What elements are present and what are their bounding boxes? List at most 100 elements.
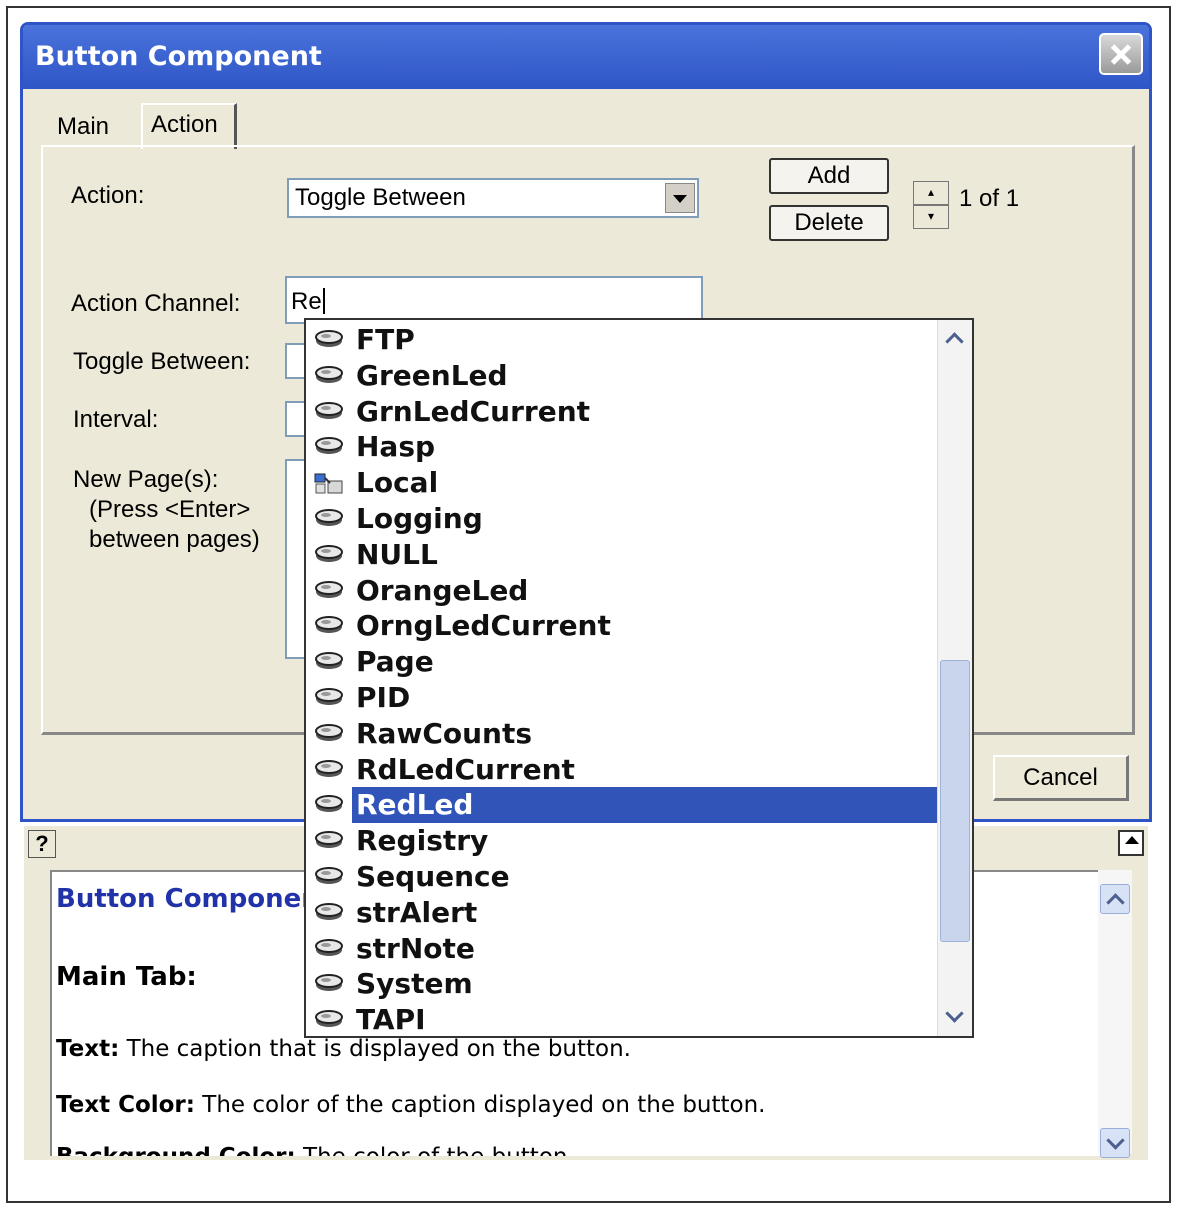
- channel-icon: [314, 937, 344, 959]
- scroll-thumb[interactable]: [940, 660, 970, 942]
- scroll-down-icon[interactable]: [1100, 1128, 1130, 1158]
- channel-icon: [314, 507, 344, 529]
- record-counter: 1 of 1: [959, 185, 1020, 212]
- action-select[interactable]: Toggle Between: [287, 178, 699, 218]
- dropdown-item-label: Page: [356, 645, 434, 679]
- help-question-icon[interactable]: ?: [28, 830, 56, 858]
- cancel-button-label: Cancel: [1023, 764, 1098, 791]
- help-background-color-desc: The color of the button.: [296, 1144, 575, 1156]
- dropdown-item-label: NULL: [356, 537, 438, 571]
- dropdown-item[interactable]: PID: [310, 680, 936, 716]
- dropdown-item[interactable]: Page: [310, 644, 936, 680]
- dropdown-item[interactable]: RedLed: [310, 787, 938, 824]
- dropdown-item[interactable]: strNote: [310, 931, 936, 967]
- tab-main[interactable]: Main: [57, 113, 109, 141]
- text-caret: [322, 288, 325, 314]
- dropdown-item-label: Sequence: [356, 860, 510, 893]
- help-text-desc: The caption that is displayed on the but…: [119, 1036, 631, 1062]
- dropdown-item-label: Registry: [356, 824, 489, 858]
- action-label: Action:: [71, 182, 145, 209]
- scroll-up-icon[interactable]: [1100, 884, 1130, 914]
- dropdown-item[interactable]: Registry: [310, 823, 936, 859]
- scroll-down-icon[interactable]: [940, 1002, 970, 1032]
- channel-icon: [314, 722, 344, 744]
- add-button-label: Add: [807, 162, 851, 189]
- dropdown-item-label: PID: [356, 681, 411, 714]
- title-bar: Button Component: [23, 25, 1149, 89]
- channel-icon: [314, 793, 344, 815]
- dropdown-item[interactable]: Local: [310, 465, 936, 501]
- help-title: Button Component: [56, 884, 333, 914]
- dropdown-item-label: strAlert: [356, 895, 478, 929]
- dropdown-item-label: strNote: [356, 931, 475, 965]
- dropdown-item[interactable]: Hasp: [310, 429, 936, 465]
- record-spinner[interactable]: ▴ ▾: [913, 181, 949, 231]
- help-background-color-term: Background Color:: [56, 1144, 296, 1156]
- dropdown-item-label: RedLed: [352, 787, 938, 824]
- channel-icon: [314, 400, 344, 422]
- channel-dropdown-list[interactable]: FTP GreenLed GrnLedCurrent Hasp Local Logging…: [304, 318, 974, 1038]
- dropdown-item[interactable]: OrngLedCurrent: [310, 608, 936, 644]
- dropdown-item-label: TAPI: [356, 1003, 426, 1037]
- channel-icon: [314, 579, 344, 601]
- dialog-title: Button Component: [35, 41, 322, 72]
- help-main-tab-heading: Main Tab:: [56, 962, 197, 992]
- dropdown-item[interactable]: Logging: [310, 501, 936, 537]
- action-channel-value: Re: [291, 288, 322, 315]
- dropdown-item[interactable]: NULL: [310, 537, 936, 573]
- help-text-color-paragraph: Text Color: The color of the caption dis…: [56, 1092, 766, 1118]
- channel-icon: [314, 328, 344, 350]
- channel-icon: [314, 614, 344, 636]
- help-text-paragraph: Text: The caption that is displayed on t…: [56, 1036, 631, 1062]
- help-background-color-paragraph: Background Color: The color of the butto…: [56, 1144, 575, 1156]
- dropdown-item[interactable]: strAlert: [310, 895, 936, 931]
- dropdown-item[interactable]: TAPI: [310, 1002, 936, 1037]
- dropdown-item-label: System: [356, 967, 473, 1001]
- channel-icon: [314, 1008, 344, 1030]
- scroll-up-icon[interactable]: [940, 324, 970, 354]
- dropdown-item[interactable]: RdLedCurrent: [310, 752, 936, 788]
- channel-icon: [314, 829, 344, 851]
- dropdown-item[interactable]: GrnLedCurrent: [310, 394, 936, 430]
- dropdown-item-label: Hasp: [356, 430, 436, 464]
- dropdown-item-label: RdLedCurrent: [356, 752, 575, 786]
- help-text-color-desc: The color of the caption displayed on th…: [194, 1092, 766, 1118]
- channel-icon: [314, 758, 344, 780]
- dropdown-item-label: Logging: [356, 502, 483, 535]
- dropdown-item[interactable]: Sequence: [310, 859, 936, 895]
- dropdown-item-label: OrngLedCurrent: [356, 609, 611, 643]
- channel-icon: [314, 901, 344, 923]
- action-channel-label: Action Channel:: [71, 290, 241, 317]
- close-button[interactable]: [1099, 33, 1143, 75]
- delete-button[interactable]: Delete: [769, 205, 889, 241]
- spin-up-icon[interactable]: ▴: [913, 181, 949, 205]
- channel-icon: [314, 686, 344, 708]
- dropdown-item-label: GreenLed: [356, 358, 508, 392]
- spin-down-icon[interactable]: ▾: [913, 205, 949, 229]
- new-pages-hint-1: (Press <Enter>: [89, 496, 251, 523]
- dropdown-item[interactable]: System: [310, 966, 936, 1002]
- dropdown-item[interactable]: OrangeLed: [310, 573, 936, 609]
- dropdown-item[interactable]: RawCounts: [310, 716, 936, 752]
- pin-icon[interactable]: [1118, 830, 1144, 856]
- channel-icon: [314, 865, 344, 887]
- dropdown-item-label: OrangeLed: [356, 573, 529, 607]
- tab-action[interactable]: Action: [141, 103, 237, 149]
- dropdown-item[interactable]: FTP: [310, 322, 936, 358]
- channel-icon: [314, 972, 344, 994]
- help-text-term: Text:: [56, 1036, 120, 1062]
- interval-label: Interval:: [73, 406, 159, 433]
- channel-icon: [314, 364, 344, 386]
- add-button[interactable]: Add: [769, 158, 889, 194]
- dropdown-item-label: FTP: [356, 323, 415, 356]
- dropdown-scrollbar[interactable]: [937, 320, 972, 1036]
- toggle-between-label: Toggle Between:: [73, 348, 251, 375]
- chevron-down-icon[interactable]: [665, 183, 695, 213]
- action-channel-input[interactable]: Re: [285, 276, 703, 324]
- cancel-button[interactable]: Cancel: [993, 755, 1129, 801]
- help-scrollbar[interactable]: [1098, 870, 1132, 1158]
- dropdown-item-label: GrnLedCurrent: [356, 394, 591, 428]
- help-text-color-term: Text Color:: [56, 1092, 195, 1118]
- channel-icon: [314, 435, 344, 457]
- dropdown-item[interactable]: GreenLed: [310, 358, 936, 394]
